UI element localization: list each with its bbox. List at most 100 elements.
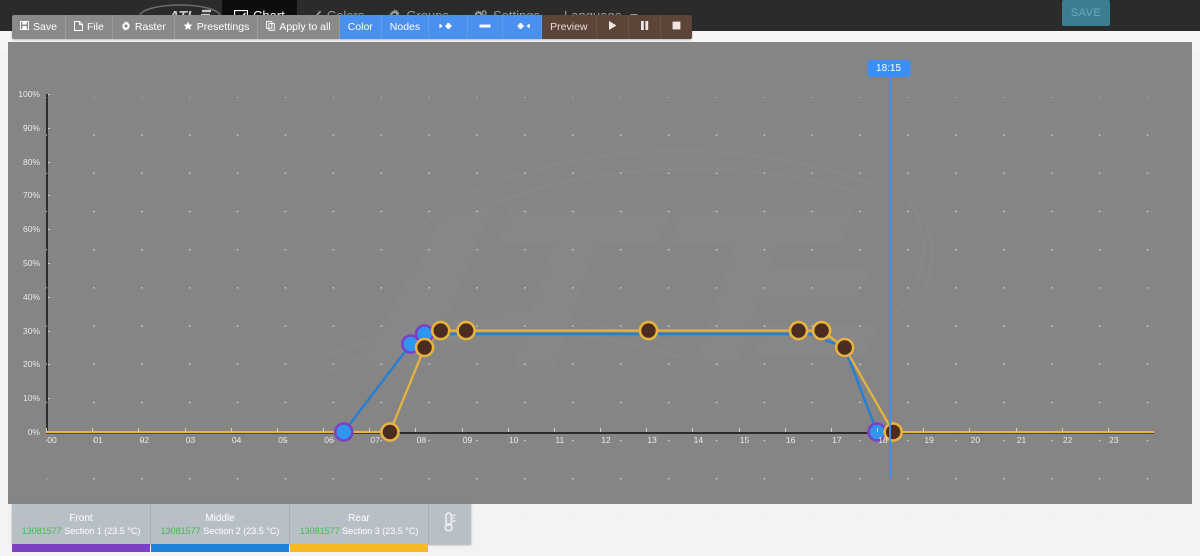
- time-marker-label[interactable]: 18:15: [867, 60, 911, 77]
- x-axis-tick-label: 15: [739, 435, 750, 445]
- series-line-front: [46, 332, 1154, 434]
- x-axis-tick-label: 11: [555, 435, 565, 445]
- x-axis-tick-mark: [646, 428, 648, 432]
- stop-button[interactable]: [660, 15, 692, 39]
- star-icon: [183, 21, 193, 34]
- chart-toolbar: Save File Raster Presettings Apply to al…: [12, 15, 692, 39]
- section-middle-id: 13081577: [160, 525, 201, 536]
- x-axis-tick-mark: [46, 428, 47, 432]
- chart-node-rear[interactable]: [430, 320, 451, 341]
- x-axis-tick-mark: [1015, 428, 1017, 432]
- section-bar: Front 13081577 Section 1 (23.5 °C) Middl…: [12, 504, 471, 552]
- section-front-title: Front: [69, 512, 93, 524]
- x-axis-tick-label: 07: [370, 435, 380, 445]
- x-axis-tick-mark: [1061, 428, 1063, 432]
- chart-node-rear[interactable]: [811, 320, 832, 341]
- section-middle-color-bar: [151, 544, 289, 552]
- section-rear[interactable]: Rear 13081577 Section 3 (23.5 °C): [290, 504, 429, 552]
- preview-button[interactable]: Preview: [542, 15, 597, 39]
- x-axis-tick-label: 02: [139, 435, 150, 445]
- add-node-left-button[interactable]: [429, 15, 469, 39]
- chart-node-rear[interactable]: [380, 422, 400, 442]
- plot-area[interactable]: [46, 97, 1154, 517]
- chart-node-rear[interactable]: [456, 320, 476, 341]
- toolbar-color-button[interactable]: Color: [339, 15, 382, 39]
- toolbar-file-button[interactable]: File: [65, 15, 113, 39]
- x-axis-tick-mark: [138, 428, 140, 432]
- section-middle-label: Section 2 (23.5 °C): [203, 525, 280, 536]
- remove-node-button[interactable]: [468, 15, 504, 39]
- toolbar-apply-to-all-button[interactable]: Apply to all: [258, 15, 340, 39]
- series-line-middle: [46, 332, 1154, 434]
- x-axis-tick-mark: [415, 428, 417, 432]
- section-front-id: 13081577: [21, 525, 62, 536]
- y-axis-tick-label: 70%: [22, 190, 40, 201]
- pause-icon: [639, 20, 650, 34]
- x-axis-tick-label: 04: [231, 435, 242, 445]
- temperature-toggle-button[interactable]: [429, 504, 471, 544]
- x-axis-tick-label: 22: [1062, 435, 1073, 445]
- y-axis-tick-label: 100%: [18, 89, 40, 99]
- x-axis-tick-label: 05: [278, 435, 288, 445]
- x-axis-tick-mark: [323, 428, 324, 432]
- x-axis-tick-label: 14: [693, 435, 704, 445]
- section-middle[interactable]: Middle 13081577 Section 2 (23.5 °C): [151, 504, 290, 552]
- chart-node-rear[interactable]: [414, 337, 435, 358]
- section-rear-subtitle: 13081577 Section 3 (23.5 °C): [300, 525, 419, 537]
- chart-node-rear[interactable]: [638, 320, 659, 341]
- x-axis-tick-mark: [369, 428, 371, 432]
- x-axis-tick-mark: [92, 428, 94, 432]
- toolbar-save-button[interactable]: Save: [12, 15, 66, 39]
- x-axis-tick-mark: [830, 428, 832, 432]
- section-front-color-bar: [12, 544, 150, 552]
- x-axis-tick-mark: [923, 428, 925, 432]
- y-axis-tick-label: 50%: [22, 258, 40, 268]
- toolbar-nodes-button[interactable]: Nodes: [381, 15, 430, 39]
- x-axis-tick-label: 01: [93, 435, 103, 445]
- gear-icon: [121, 20, 131, 34]
- x-axis-tick-label: 16: [785, 435, 796, 445]
- chart-node-rear[interactable]: [788, 320, 809, 341]
- toolbar-raster-button[interactable]: Raster: [112, 15, 175, 39]
- x-axis-tick-label: 19: [924, 435, 934, 445]
- toolbar-raster-label: Raster: [134, 21, 166, 33]
- y-axis-tick-label: 60%: [22, 224, 40, 235]
- toolbar-presettings-label: Presettings: [196, 21, 250, 33]
- toolbar-presettings-button[interactable]: Presettings: [174, 15, 259, 39]
- save-button-top[interactable]: SAVE: [1062, 0, 1110, 26]
- x-axis-tick-mark: [784, 428, 786, 432]
- chart-node-rear[interactable]: [834, 337, 855, 358]
- series-line-rear: [46, 329, 1154, 434]
- x-axis-tick-label: 03: [185, 435, 196, 445]
- section-middle-title: Middle: [205, 512, 235, 524]
- x-axis-tick-mark: [230, 428, 232, 432]
- x-axis-tick-label: 08: [416, 435, 427, 445]
- remove-icon: [478, 21, 492, 34]
- thermometer-icon: [443, 511, 457, 537]
- x-axis-tick-label: 13: [647, 435, 657, 445]
- add-left-icon: [439, 21, 457, 34]
- copy-icon: [266, 20, 276, 34]
- x-axis-tick-label: 20: [970, 435, 981, 445]
- x-axis-tick-mark: [276, 428, 278, 432]
- section-rear-label: Section 3 (23.5 °C): [342, 525, 419, 536]
- chart-node-front[interactable]: [333, 422, 354, 442]
- y-axis-tick-label: 40%: [22, 291, 40, 302]
- add-right-icon: [513, 21, 531, 34]
- section-front[interactable]: Front 13081577 Section 1 (23.5 °C): [12, 504, 151, 552]
- add-node-right-button[interactable]: [503, 15, 543, 39]
- x-axis-tick-mark: [184, 428, 186, 432]
- play-icon: [607, 20, 618, 34]
- series-layer: [46, 320, 1154, 442]
- y-axis-tick-label: 20%: [22, 359, 40, 370]
- section-rear-color-bar: [290, 544, 428, 552]
- section-rear-id: 13081577: [299, 525, 340, 536]
- x-axis-tick-label: 09: [462, 435, 473, 445]
- section-front-subtitle: 13081577 Section 1 (23.5 °C): [22, 525, 141, 537]
- toolbar-file-label: File: [86, 21, 104, 33]
- section-rear-title: Rear: [348, 512, 370, 524]
- pause-button[interactable]: [628, 15, 661, 39]
- x-axis-tick-mark: [553, 428, 555, 432]
- time-marker-line[interactable]: [888, 78, 891, 478]
- play-button[interactable]: [596, 15, 629, 39]
